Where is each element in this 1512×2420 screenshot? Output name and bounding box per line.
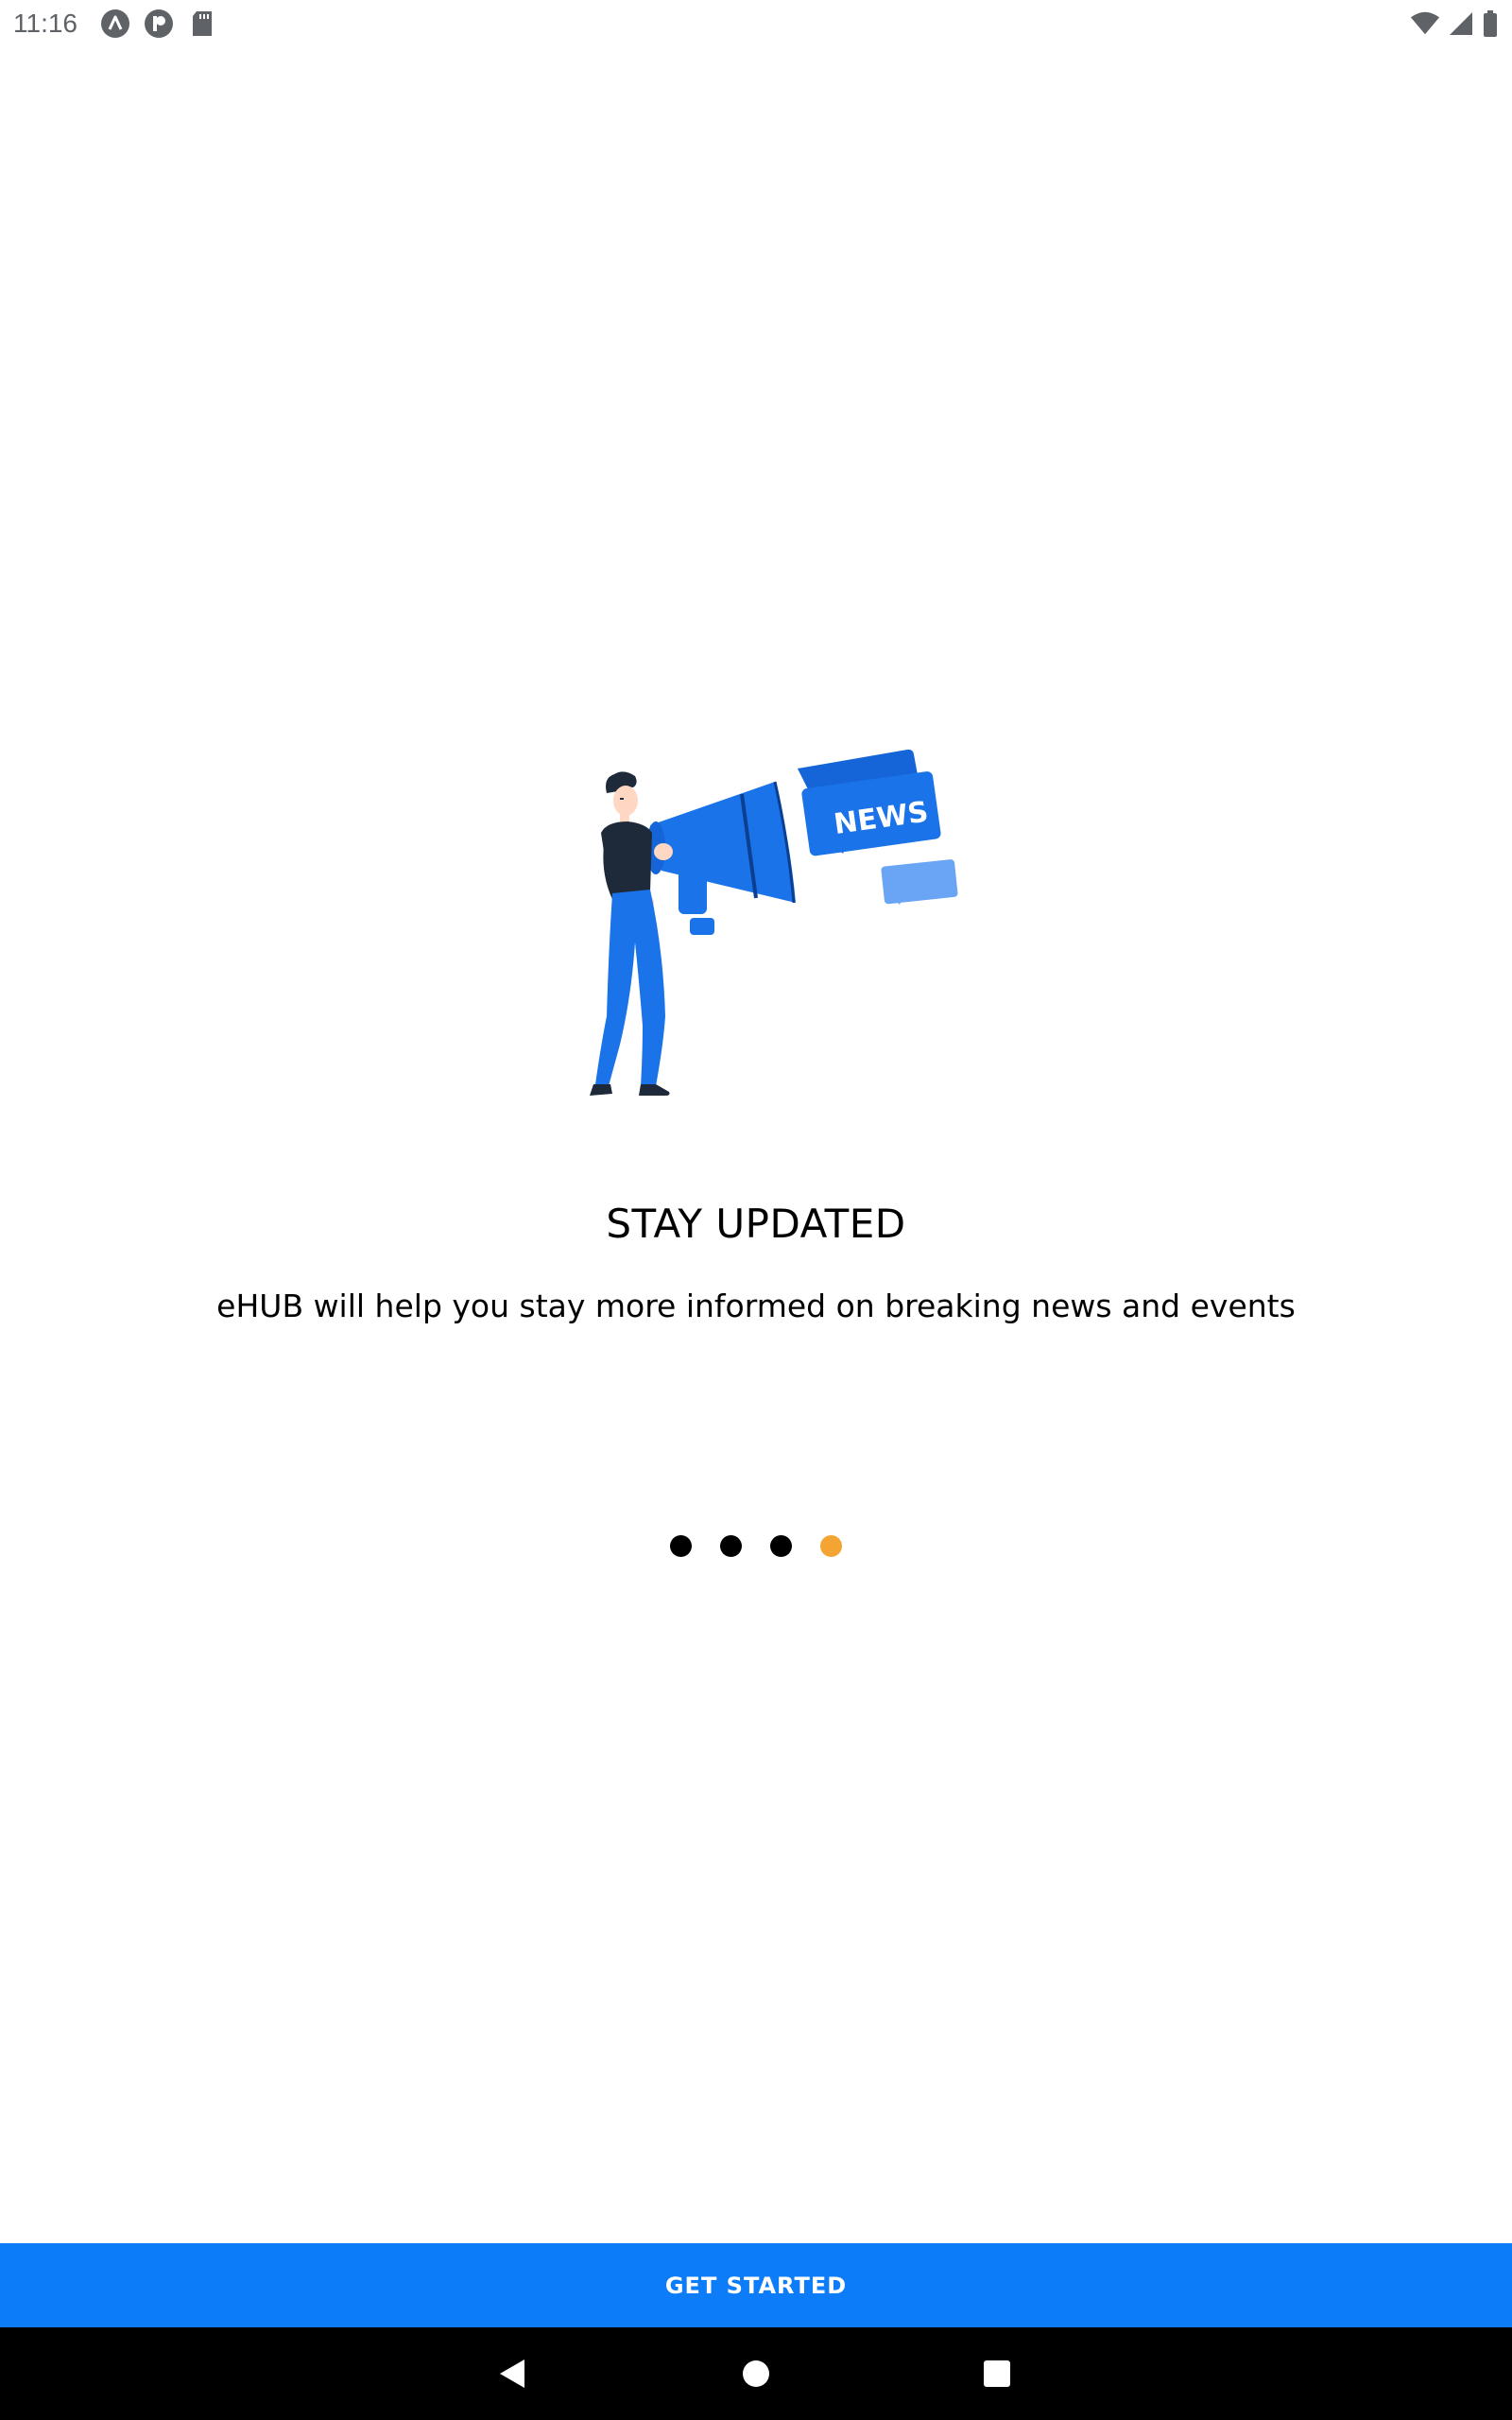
sd-card-icon (187, 9, 217, 39)
status-left: 11:16 (13, 9, 217, 39)
navigation-bar (0, 2327, 1512, 2420)
status-bar: 11:16 (0, 0, 1512, 47)
page-dot-4-active[interactable] (820, 1535, 842, 1557)
app-p-icon (144, 9, 174, 39)
slide-title: STAY UPDATED (606, 1201, 906, 1247)
slide-description: eHUB will help you stay more informed on… (216, 1288, 1296, 1324)
get-started-button[interactable]: GET STARTED (0, 2243, 1512, 2327)
page-dot-1[interactable] (670, 1535, 692, 1557)
page-dot-3[interactable] (770, 1535, 792, 1557)
news-speech-bubble: NEWS (798, 749, 958, 905)
onboarding-screen: 11:16 NEWS STAY UPDATED eHUB will help y… (0, 0, 1512, 2420)
status-time: 11:16 (13, 9, 77, 38)
page-dot-2[interactable] (720, 1535, 742, 1557)
man-with-megaphone-news-illustration: NEWS (590, 749, 958, 1096)
page-indicator (0, 1535, 1512, 1557)
man-figure (590, 771, 673, 1096)
recents-icon[interactable] (940, 2327, 1054, 2420)
status-right (1410, 9, 1499, 39)
battery-icon (1482, 9, 1499, 39)
home-icon[interactable] (699, 2327, 813, 2420)
cellular-signal-icon (1446, 9, 1476, 39)
back-icon[interactable] (455, 2327, 569, 2420)
app-a-icon (100, 9, 130, 39)
wifi-icon (1410, 9, 1440, 39)
